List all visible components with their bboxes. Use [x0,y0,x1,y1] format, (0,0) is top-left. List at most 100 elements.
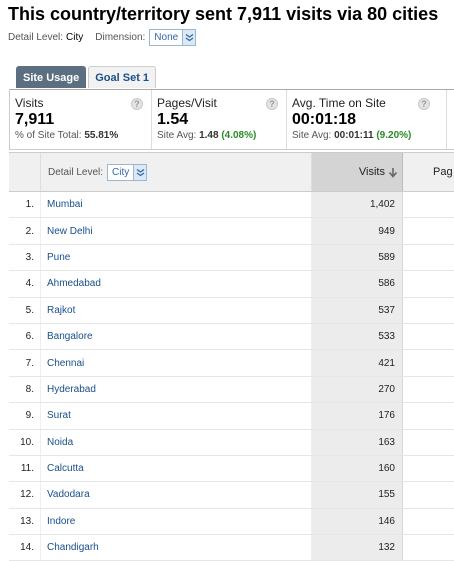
visits-value: 533 [312,323,403,350]
table-row: 6. Bangalore 533 [9,323,454,351]
city-link[interactable]: Indore [41,508,312,535]
row-number: 6. [9,323,41,350]
visits-value: 589 [312,244,403,271]
table-row: 3. Pune 589 [9,244,454,272]
city-link[interactable]: Bangalore [41,323,312,350]
sort-desc-icon [388,167,398,178]
help-icon[interactable]: ? [131,98,143,110]
table-row: 10. Noida 163 [9,429,454,456]
metric-visits-value: 7,911 [15,111,55,128]
pages-visit-cell [403,245,454,270]
page-title: This country/territory sent 7,911 visits… [8,4,439,24]
visits-value: 163 [312,429,403,455]
city-link[interactable]: Mumbai [41,192,312,218]
row-number: 14. [9,535,41,561]
metric-pages-visit-sub: Site Avg: 1.48 (4.08%) [157,130,257,141]
visits-column-header[interactable]: Visits [312,153,403,191]
city-link[interactable]: Chandigarh [41,535,312,561]
pages-visit-cell [403,456,454,481]
detail-level-bar: Detail Level: City Dimension: None [8,29,197,46]
table-row: 12. Vadodara 155 [9,482,454,509]
city-link[interactable]: Surat [41,403,312,429]
visits-value: 160 [312,455,403,482]
row-number: 9. [9,403,41,429]
visits-value: 132 [312,535,403,561]
pages-visit-cell [403,430,454,455]
row-number: 5. [9,297,41,323]
city-link[interactable]: Vadodara [41,482,312,508]
pages-visit-cell [403,535,454,560]
visits-value: 421 [312,350,403,376]
help-icon[interactable]: ? [418,98,430,110]
tab-goal-set-1[interactable]: Goal Set 1 [88,66,157,88]
city-select-value: City [112,166,130,178]
visits-value: 155 [312,482,403,508]
detail-level-value[interactable]: City [66,32,83,43]
visits-value: 1,402 [312,192,403,218]
table-row: 5. Rajkot 537 [9,297,454,324]
detail-level-label: Detail Level: [8,32,64,43]
summary-scorecard: Visits 7,911 % of Site Total: 55.81% ? P… [9,89,454,150]
row-number: 11. [9,455,41,482]
row-number: 8. [9,376,41,403]
data-table: Detail Level: City Visits Pag 1. Mumbai 1,… [9,152,454,561]
metric-avg-time: Avg. Time on Site 00:01:18 Site Avg: 00:… [287,90,447,149]
pages-visit-cell [403,324,454,349]
table-detail-level-label: Detail Level: [48,166,104,178]
row-number: 4. [9,271,41,297]
visits-value: 949 [312,218,403,244]
city-link[interactable]: Calcutta [41,455,312,482]
tab-site-usage[interactable]: Site Usage [16,66,87,88]
pages-visit-cell [403,509,454,534]
pages-visit-cell [403,403,454,428]
row-number: 12. [9,482,41,508]
metric-avg-time-value: 00:01:18 [292,111,357,128]
help-icon[interactable]: ? [266,98,278,110]
pages-visit-cell [403,482,454,507]
city-link[interactable]: Ahmedabad [41,271,312,297]
table-row: 11. Calcutta 160 [9,455,454,483]
city-link[interactable]: Hyderabad [41,376,312,403]
city-link[interactable]: Noida [41,429,312,455]
metric-visits-sub: % of Site Total: 55.81% [15,130,119,141]
chevron-down-icon [133,164,147,180]
visits-value: 586 [312,271,403,297]
visits-value: 270 [312,376,403,403]
table-row: 9. Surat 176 [9,403,454,430]
row-number: 1. [9,192,41,218]
table-row: 2. New Delhi 949 [9,218,454,245]
pages-column-header[interactable]: Pag [403,153,454,191]
table-body: 1. Mumbai 1,402 2. New Delhi 949 3. Pune 589 4. Ah… [9,192,454,561]
row-number: 7. [9,350,41,376]
pages-visit-cell [403,350,454,375]
visits-value: 176 [312,403,403,429]
chevron-down-icon [182,30,196,45]
table-row: 1. Mumbai 1,402 [9,192,454,219]
pages-visit-cell [403,192,454,217]
row-number: 2. [9,218,41,244]
pages-visit-cell [403,298,454,323]
city-link[interactable]: Pune [41,244,312,271]
pages-visit-cell [403,377,454,402]
pages-visit-cell [403,271,454,296]
city-link[interactable]: Rajkot [41,297,312,323]
pages-visit-cell [403,218,454,243]
dimension-select[interactable]: None [149,29,197,46]
table-row: 14. Chandigarh 132 [9,535,454,561]
dimension-label: Dimension: [95,32,146,43]
city-link[interactable]: Chennai [41,350,312,376]
row-number: 13. [9,508,41,535]
row-number: 3. [9,244,41,271]
table-detail-level: Detail Level: City [41,153,312,191]
city-link[interactable]: New Delhi [41,218,312,244]
visits-value: 537 [312,297,403,323]
metric-pages-visit: Pages/Visit 1.54 Site Avg: 1.48 (4.08%) … [152,90,287,149]
visits-value: 146 [312,508,403,535]
metric-visits: Visits 7,911 % of Site Total: 55.81% ? [10,90,152,149]
table-row: 13. Indore 146 [9,508,454,536]
row-number: 10. [9,429,41,455]
table-row: 7. Chennai 421 [9,350,454,377]
visits-column-label: Visits [358,166,385,178]
dimension-select-value: None [154,32,179,43]
city-select[interactable]: City [107,163,148,181]
